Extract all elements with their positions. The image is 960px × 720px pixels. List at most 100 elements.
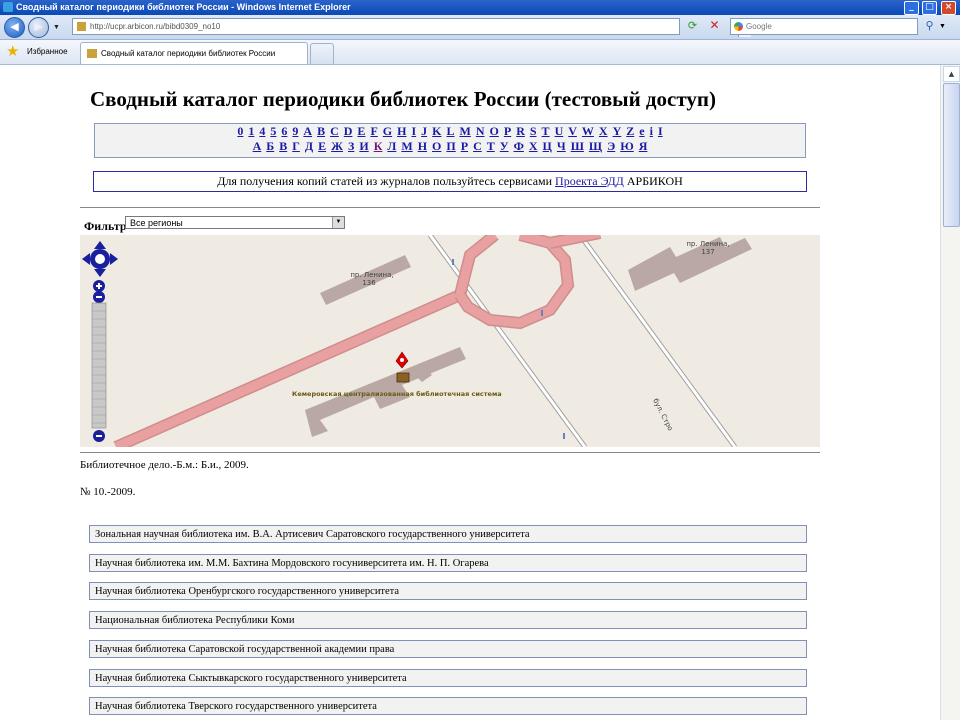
recent-pages-dropdown-icon[interactable]: ▼ — [53, 23, 60, 31]
alphabet-letter-link[interactable]: H — [397, 124, 406, 138]
alphabet-letter-link[interactable]: В — [279, 139, 287, 153]
tab-title: Сводный каталог периодики библиотек Росс… — [101, 49, 276, 58]
vertical-scrollbar[interactable]: ▲ — [940, 65, 960, 720]
library-list-item[interactable]: Зональная научная библиотека им. В.А. Ар… — [89, 525, 807, 543]
alphabet-letter-link[interactable]: Z — [626, 124, 634, 138]
alphabet-letter-link[interactable]: i — [650, 124, 653, 138]
address-bar[interactable]: http://ucpr.arbicon.ru/bibd0309_no10 ▼ — [72, 18, 751, 37]
navigation-toolbar: ◀ ▶ ▼ http://ucpr.arbicon.ru/bibd0309_no… — [0, 15, 960, 40]
library-marker-icon[interactable] — [395, 351, 410, 383]
alphabet-letter-link[interactable]: N — [476, 124, 485, 138]
alphabet-letter-link[interactable]: 4 — [259, 124, 265, 138]
alphabet-letter-link[interactable]: U — [555, 124, 564, 138]
forward-button[interactable]: ▶ — [28, 17, 49, 38]
alphabet-letter-link[interactable]: K — [432, 124, 441, 138]
new-tab-button[interactable] — [310, 43, 334, 64]
map-pan-control[interactable] — [82, 241, 118, 277]
alphabet-letter-link[interactable]: Е — [318, 139, 326, 153]
alphabet-letter-link[interactable]: R — [516, 124, 525, 138]
alphabet-letter-link[interactable]: Г — [292, 139, 300, 153]
scroll-up-arrow-icon[interactable]: ▲ — [943, 66, 960, 82]
alphabet-letter-link[interactable]: Щ — [589, 139, 602, 153]
alphabet-letter-link[interactable]: Y — [613, 124, 622, 138]
alphabet-letter-link[interactable]: Б — [266, 139, 274, 153]
alphabet-letter-link[interactable]: З — [348, 139, 354, 153]
alphabet-letter-link[interactable]: Я — [639, 139, 648, 153]
alphabet-letter-link[interactable]: C — [330, 124, 339, 138]
alphabet-letter-link[interactable]: Л — [387, 139, 396, 153]
alphabet-letter-link[interactable]: E — [357, 124, 365, 138]
alphabet-letter-link[interactable]: Т — [487, 139, 495, 153]
window-title-bar: Сводный каталог периодики библиотек Росс… — [0, 0, 960, 15]
library-list-item[interactable]: Научная библиотека им. М.М. Бахтина Морд… — [89, 553, 807, 572]
alphabet-letter-link[interactable]: G — [383, 124, 392, 138]
alphabet-letter-link[interactable]: V — [568, 124, 577, 138]
back-button[interactable]: ◀ — [4, 17, 25, 38]
alphabet-letter-link[interactable]: О — [432, 139, 441, 153]
search-icon[interactable]: ⚲ — [922, 18, 937, 33]
alphabet-letter-link[interactable]: М — [401, 139, 412, 153]
scrollbar-thumb[interactable] — [943, 83, 960, 227]
alphabet-letter-link[interactable]: 1 — [248, 124, 254, 138]
alphabet-letter-link[interactable]: T — [542, 124, 550, 138]
edd-project-link[interactable]: Проекта ЭДД — [555, 174, 624, 188]
alphabet-letter-link[interactable]: Д — [305, 139, 313, 153]
alphabet-letter-link[interactable]: 9 — [292, 124, 298, 138]
alphabet-letter-link[interactable]: J — [421, 124, 427, 138]
refresh-icon[interactable]: ⟳ — [684, 18, 701, 33]
search-input[interactable]: Google — [730, 18, 918, 35]
alphabet-letter-link[interactable]: A — [303, 124, 312, 138]
library-list-item[interactable]: Научная библиотека Тверского государстве… — [89, 697, 807, 716]
alphabet-letter-link[interactable]: X — [599, 124, 608, 138]
library-list-item[interactable]: Научная библиотека Саратовской государст… — [89, 639, 807, 658]
alphabet-letter-link[interactable]: D — [344, 124, 353, 138]
alphabet-letter-link[interactable]: I — [658, 124, 663, 138]
library-list-item[interactable]: Научная библиотека Оренбургского государ… — [89, 582, 807, 601]
alphabet-letter-link[interactable]: M — [460, 124, 471, 138]
alphabet-letter-link[interactable]: Ш — [571, 139, 584, 153]
region-filter-select[interactable]: Все регионы ▼ — [125, 216, 345, 229]
alphabet-letter-link[interactable]: 0 — [237, 124, 243, 138]
alphabet-letter-link[interactable]: Э — [607, 139, 615, 153]
library-list-item[interactable]: Научная библиотека Сыктывкарского госуда… — [89, 668, 807, 687]
alphabet-letter-link[interactable]: S — [530, 124, 537, 138]
alphabet-letter-link[interactable]: И — [359, 139, 368, 153]
alphabet-letter-link[interactable]: Ч — [557, 139, 566, 153]
alphabet-letter-link[interactable]: 6 — [281, 124, 287, 138]
alphabet-letter-link[interactable]: B — [317, 124, 325, 138]
alphabet-letter-link[interactable]: I — [411, 124, 416, 138]
alphabet-letter-link[interactable]: Ф — [514, 139, 524, 153]
alphabet-letter-link[interactable]: 5 — [270, 124, 276, 138]
map-boulevard-label: бул. Стро — [651, 397, 674, 432]
search-options-dropdown-icon[interactable]: ▼ — [939, 22, 946, 30]
alphabet-letter-link[interactable]: F — [370, 124, 377, 138]
stop-icon[interactable]: ✕ — [706, 18, 723, 33]
alphabet-letter-link[interactable]: Х — [529, 139, 538, 153]
alphabet-letter-link[interactable]: W — [582, 124, 594, 138]
alphabet-letter-link[interactable]: Н — [418, 139, 427, 153]
alphabet-letter-link[interactable]: У — [500, 139, 509, 153]
alphabet-letter-link[interactable]: Ю — [620, 139, 634, 153]
close-window-button[interactable]: × — [941, 1, 956, 15]
alphabet-letter-link[interactable]: P — [504, 124, 511, 138]
alphabet-letter-link[interactable]: К — [374, 139, 383, 153]
map-zoom-control[interactable] — [91, 280, 107, 442]
alphabet-letter-link[interactable]: O — [490, 124, 499, 138]
library-list-item[interactable]: Национальная библиотека Республики Коми — [89, 611, 807, 630]
library-map[interactable]: пр. Ленина, 136 пр. Ленина, 137 Кемеровс… — [80, 235, 820, 447]
chevron-down-icon[interactable]: ▼ — [332, 217, 344, 228]
maximize-button[interactable]: □ — [922, 1, 937, 15]
favorites-star-icon[interactable]: ★ — [6, 44, 19, 59]
favorites-button[interactable]: Избранное — [27, 47, 68, 56]
map-canvas[interactable]: пр. Ленина, 136 пр. Ленина, 137 Кемеровс… — [80, 235, 820, 447]
minimize-button[interactable]: _ — [904, 1, 919, 15]
alphabet-letter-link[interactable]: e — [639, 124, 644, 138]
alphabet-letter-link[interactable]: Р — [461, 139, 468, 153]
alphabet-letter-link[interactable]: А — [253, 139, 262, 153]
browser-tab[interactable]: Сводный каталог периодики библиотек Росс… — [80, 42, 308, 64]
alphabet-letter-link[interactable]: L — [446, 124, 454, 138]
alphabet-letter-link[interactable]: Ж — [331, 139, 343, 153]
alphabet-letter-link[interactable]: П — [446, 139, 455, 153]
alphabet-letter-link[interactable]: С — [473, 139, 482, 153]
alphabet-letter-link[interactable]: Ц — [543, 139, 552, 153]
